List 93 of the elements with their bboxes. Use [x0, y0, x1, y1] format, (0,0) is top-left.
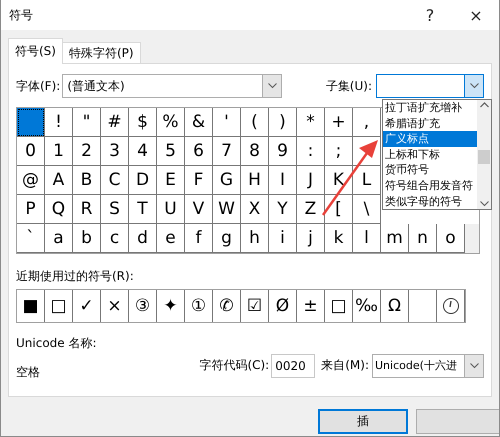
- symbol-cell[interactable]: V: [185, 195, 213, 224]
- symbol-cell[interactable]: b: [73, 224, 101, 253]
- chevron-down-icon: [470, 83, 478, 89]
- symbol-cell[interactable]: R: [73, 195, 101, 224]
- symbol-cell[interactable]: Y: [269, 195, 297, 224]
- symbol-cell[interactable]: Q: [45, 195, 73, 224]
- symbol-cell[interactable]: H: [241, 166, 269, 195]
- symbol-cell[interactable]: \: [353, 195, 381, 224]
- symbol-cell[interactable]: L: [353, 166, 381, 195]
- symbol-cell[interactable]: %: [157, 108, 185, 137]
- symbol-cell[interactable]: ,: [353, 108, 381, 137]
- symbol-cell[interactable]: 2: [73, 137, 101, 166]
- symbol-cell[interactable]: C: [101, 166, 129, 195]
- symbol-cell[interactable]: ': [213, 108, 241, 137]
- help-button[interactable]: ?: [407, 0, 453, 30]
- symbol-cell[interactable]: F: [185, 166, 213, 195]
- symbol-cell[interactable]: D: [129, 166, 157, 195]
- symbol-cell[interactable]: E: [157, 166, 185, 195]
- symbol-cell[interactable]: c: [101, 224, 129, 253]
- symbol-cell[interactable]: 0: [17, 137, 45, 166]
- symbol-cell[interactable]: T: [129, 195, 157, 224]
- window-title: 符号: [9, 6, 34, 24]
- close-button[interactable]: ×: [453, 0, 499, 30]
- symbol-cell[interactable]: 1: [45, 137, 73, 166]
- symbol-cell[interactable]: ": [73, 108, 101, 137]
- symbol-cell[interactable]: 3: [101, 137, 129, 166]
- symbol-cell[interactable]: 4: [129, 137, 157, 166]
- tab[interactable]: 符号(S): [8, 38, 63, 64]
- symbol-cell[interactable]: :: [297, 137, 325, 166]
- symbol-cell[interactable]: ): [269, 108, 297, 137]
- symbol-cell[interactable]: m: [381, 224, 409, 253]
- scroll-down-icon: [480, 201, 488, 208]
- symbol-cell[interactable]: U: [157, 195, 185, 224]
- symbol-cell[interactable]: [: [325, 195, 353, 224]
- symbol-cell[interactable]: S: [101, 195, 129, 224]
- from-dropdown[interactable]: Unicode(十六进: [372, 354, 484, 378]
- symbol-cell[interactable]: f: [185, 224, 213, 253]
- symbol-cell[interactable]: &: [185, 108, 213, 137]
- symbol-cell[interactable]: ;: [325, 137, 353, 166]
- symbol-cell[interactable]: B: [73, 166, 101, 195]
- symbol-cell[interactable]: l: [353, 224, 381, 253]
- symbol-cell[interactable]: K: [325, 166, 353, 195]
- symbol-cell[interactable]: !: [45, 108, 73, 137]
- symbol-cell[interactable]: 7: [213, 137, 241, 166]
- list-item[interactable]: 广义标点: [383, 131, 477, 147]
- chevron-down-icon: [268, 83, 277, 89]
- symbol-cell[interactable]: k: [325, 224, 353, 253]
- from-label: 来自(M):: [321, 357, 369, 374]
- scrollbar[interactable]: [465, 224, 479, 253]
- font-label: 字体(F):: [16, 78, 60, 94]
- symbol-cell[interactable]: `: [17, 224, 45, 253]
- symbol-cell[interactable]: 5: [157, 137, 185, 166]
- font-dropdown[interactable]: (普通文本): [62, 74, 282, 98]
- symbol-cell[interactable]: +: [325, 108, 353, 137]
- symbol-cell[interactable]: 6: [185, 137, 213, 166]
- symbol-cell[interactable]: j: [297, 224, 325, 253]
- insert-button[interactable]: 插: [318, 409, 408, 434]
- symbol-cell[interactable]: I: [269, 166, 297, 195]
- unicode-name-label: Unicode 名称:: [16, 335, 98, 352]
- symbol-cell[interactable]: *: [297, 108, 325, 137]
- symbol-cell[interactable]: e: [157, 224, 185, 253]
- scroll-thumb[interactable]: [478, 150, 490, 164]
- symbol-cell[interactable]: 8: [241, 137, 269, 166]
- unicode-name-value: 空格: [16, 364, 40, 381]
- symbol-cell[interactable]: o: [437, 224, 465, 253]
- char-code-label: 字符代码(C):: [199, 357, 270, 374]
- symbol-cell[interactable]: #: [101, 108, 129, 137]
- tab[interactable]: 特殊字符(P): [62, 42, 141, 64]
- symbol-cell[interactable]: J: [297, 166, 325, 195]
- symbol-cell[interactable]: (: [241, 108, 269, 137]
- symbol-cell[interactable]: [17, 108, 45, 137]
- subset-dropdown[interactable]: [376, 74, 484, 98]
- symbol-cell[interactable]: A: [45, 166, 73, 195]
- symbol-cell[interactable]: 9: [269, 137, 297, 166]
- chevron-down-icon: [470, 362, 478, 368]
- symbol-cell[interactable]: n: [409, 224, 437, 253]
- clock-icon[interactable]: [442, 297, 460, 315]
- symbol-cell[interactable]: @: [17, 166, 45, 195]
- symbol-cell[interactable]: g: [213, 224, 241, 253]
- symbol-cell[interactable]: $: [129, 108, 157, 137]
- symbol-cell[interactable]: d: [129, 224, 157, 253]
- subset-label: 子集(U):: [326, 78, 372, 94]
- symbol-cell[interactable]: i: [269, 224, 297, 253]
- recent-label: 近期使用过的符号(R):: [16, 268, 135, 285]
- symbol-cell[interactable]: W: [213, 195, 241, 224]
- symbol-cell[interactable]: G: [213, 166, 241, 195]
- symbol-cell[interactable]: Z: [297, 195, 325, 224]
- symbol-cell[interactable]: X: [241, 195, 269, 224]
- symbol-cell[interactable]: a: [45, 224, 73, 253]
- symbol-cell[interactable]: P: [17, 195, 45, 224]
- symbol-cell[interactable]: h: [241, 224, 269, 253]
- char-code-field[interactable]: 0020: [271, 354, 316, 378]
- scroll-up-icon[interactable]: [480, 102, 488, 108]
